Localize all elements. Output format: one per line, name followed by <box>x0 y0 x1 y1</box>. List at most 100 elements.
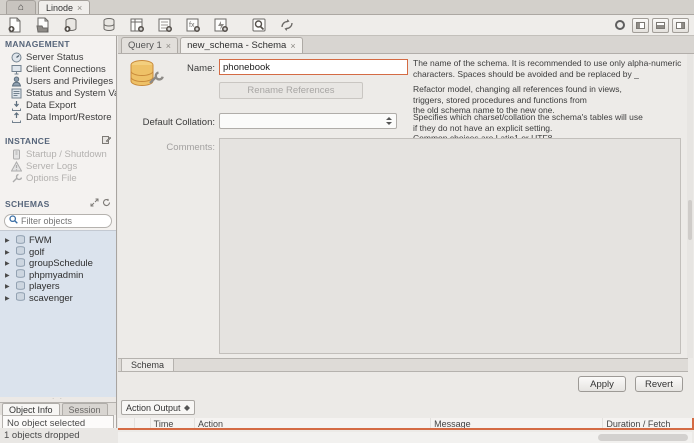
tab-query1[interactable]: Query 1 × <box>121 37 178 53</box>
system-variables-icon <box>11 88 22 99</box>
tab-schema[interactable]: Schema <box>121 359 174 371</box>
schema-item-players[interactable]: ▶ players <box>0 281 116 293</box>
expand-arrow-icon[interactable]: ▶ <box>5 283 12 290</box>
close-icon[interactable]: × <box>77 3 82 13</box>
output-col-index[interactable] <box>135 418 151 428</box>
spinner-arrows-icon <box>386 117 392 125</box>
tab-new-schema[interactable]: new_schema - Schema × <box>180 37 303 53</box>
navigator-sidebar: MANAGEMENT Server Status Client Connecti… <box>0 36 117 428</box>
sidebar-item-server-logs[interactable]: Server Logs <box>0 160 116 172</box>
comments-textarea[interactable] <box>219 138 681 354</box>
horizontal-scrollbar-thumb[interactable] <box>598 434 688 441</box>
expand-arrow-icon[interactable]: ▶ <box>5 237 12 244</box>
schema-icon <box>15 269 26 281</box>
main-area: Query 1 × new_schema - Schema × Name: Th… <box>118 36 694 443</box>
collation-label: Default Collation: <box>135 117 215 128</box>
spinner-arrows-icon <box>184 405 190 411</box>
sidebar-item-client-connections[interactable]: Client Connections <box>0 63 116 75</box>
schema-item-groupschedule[interactable]: ▶ groupSchedule <box>0 258 116 270</box>
search-table-data-icon[interactable] <box>247 16 271 35</box>
connection-tab-linode[interactable]: Linode × <box>38 0 90 14</box>
users-icon <box>11 76 22 87</box>
schema-editor-panel: Name: The name of the schema. It is reco… <box>118 54 688 358</box>
refactor-help-text: Refactor model, changing all references … <box>413 84 689 116</box>
create-function-icon[interactable]: fx <box>181 16 205 35</box>
open-sql-script-icon[interactable] <box>31 16 55 35</box>
output-col-time[interactable]: Time <box>151 418 195 428</box>
sidebar-item-data-import-restore[interactable]: Data Import/Restore <box>0 111 116 123</box>
create-trigger-icon[interactable] <box>209 16 233 35</box>
sidebar-item-users-privileges[interactable]: Users and Privileges <box>0 75 116 87</box>
name-help-text: The name of the schema. It is recommende… <box>413 58 689 79</box>
options-file-icon <box>11 173 22 184</box>
scrollbar-thumb[interactable] <box>688 200 692 240</box>
rename-references-button[interactable]: Rename References <box>219 82 363 99</box>
name-label: Name: <box>135 63 215 74</box>
revert-button[interactable]: Revert <box>635 376 683 392</box>
server-logs-icon <box>11 161 22 172</box>
client-connections-icon <box>11 64 22 75</box>
schema-item-phpmyadmin[interactable]: ▶ phpmyadmin <box>0 270 116 282</box>
schema-item-fwm[interactable]: ▶ FWM <box>0 235 116 247</box>
tab-object-info[interactable]: Object Info <box>2 403 60 415</box>
tab-session[interactable]: Session <box>62 403 108 415</box>
action-output-panel: Action Output Time Action Message Durati… <box>118 396 694 443</box>
mysql-workbench-window: ⌂ Linode × fx <box>0 0 694 443</box>
close-icon[interactable]: × <box>166 41 171 51</box>
schema-item-scavenger[interactable]: ▶ scavenger <box>0 293 116 305</box>
apply-button[interactable]: Apply <box>578 376 626 392</box>
default-collation-select[interactable] <box>219 113 397 129</box>
output-selector[interactable]: Action Output <box>121 400 195 415</box>
object-info-text: No object selected <box>7 418 85 428</box>
edit-instance-icon[interactable] <box>102 135 111 146</box>
toggle-right-panel-icon[interactable] <box>672 18 689 33</box>
output-col-message[interactable]: Message <box>431 418 603 428</box>
info-tab-bar: Object Info Session <box>0 402 116 415</box>
expand-arrow-icon[interactable]: ▶ <box>5 272 12 279</box>
refresh-schemas-icon[interactable] <box>102 198 111 209</box>
schema-icon <box>15 258 26 270</box>
svg-text:fx: fx <box>189 22 195 29</box>
object-info-panel: No object selected <box>2 415 114 428</box>
editor-action-bar: Apply Revert <box>118 372 694 396</box>
window-tab-bar: ⌂ Linode × <box>0 0 694 15</box>
sidebar-item-data-export[interactable]: Data Export <box>0 99 116 111</box>
editor-tab-bar: Query 1 × new_schema - Schema × <box>118 36 694 54</box>
schema-filter-box <box>4 214 112 228</box>
sidebar-item-startup-shutdown[interactable]: Startup / Shutdown <box>0 148 116 160</box>
sidebar-item-status-system-variables[interactable]: Status and System Variables <box>0 87 116 99</box>
expand-all-icon[interactable] <box>90 198 99 209</box>
editor-vertical-scrollbar[interactable] <box>687 54 693 358</box>
schema-name-input[interactable] <box>219 59 408 75</box>
schema-list: ▶ FWM ▶ golf ▶ groupSchedule ▶ phpmyadmi… <box>0 230 116 397</box>
instance-section-header: INSTANCE <box>0 132 116 148</box>
output-col-status[interactable] <box>118 418 135 428</box>
expand-arrow-icon[interactable]: ▶ <box>5 249 12 256</box>
reconnect-dbms-icon[interactable] <box>275 16 299 35</box>
sidebar-item-server-status[interactable]: Server Status <box>0 51 116 63</box>
output-col-action[interactable]: Action <box>195 418 431 428</box>
create-table-icon[interactable] <box>97 16 121 35</box>
data-import-icon <box>11 112 22 123</box>
create-schema-icon[interactable] <box>59 16 83 35</box>
expand-arrow-icon[interactable]: ▶ <box>5 295 12 302</box>
create-procedure-icon[interactable] <box>153 16 177 35</box>
close-icon[interactable]: × <box>290 41 295 51</box>
schema-icon <box>15 246 26 258</box>
sidebar-item-options-file[interactable]: Options File <box>0 172 116 184</box>
create-view-icon[interactable] <box>125 16 149 35</box>
toggle-left-panel-icon[interactable] <box>632 18 649 33</box>
schema-item-golf[interactable]: ▶ golf <box>0 247 116 259</box>
toggle-bottom-panel-icon[interactable] <box>652 18 669 33</box>
output-col-duration[interactable]: Duration / Fetch <box>603 418 692 428</box>
schema-filter-input[interactable] <box>21 216 107 226</box>
home-tab[interactable]: ⌂ <box>6 0 36 14</box>
main-toolbar: fx <box>0 15 694 36</box>
schema-icon <box>15 281 26 293</box>
gauge-icon <box>11 52 22 63</box>
new-query-tab-icon[interactable] <box>3 16 27 35</box>
expand-arrow-icon[interactable]: ▶ <box>5 260 12 267</box>
connection-status-icon <box>615 20 625 30</box>
connection-tab-label: Linode <box>46 3 73 13</box>
management-section-header: MANAGEMENT <box>0 36 116 51</box>
